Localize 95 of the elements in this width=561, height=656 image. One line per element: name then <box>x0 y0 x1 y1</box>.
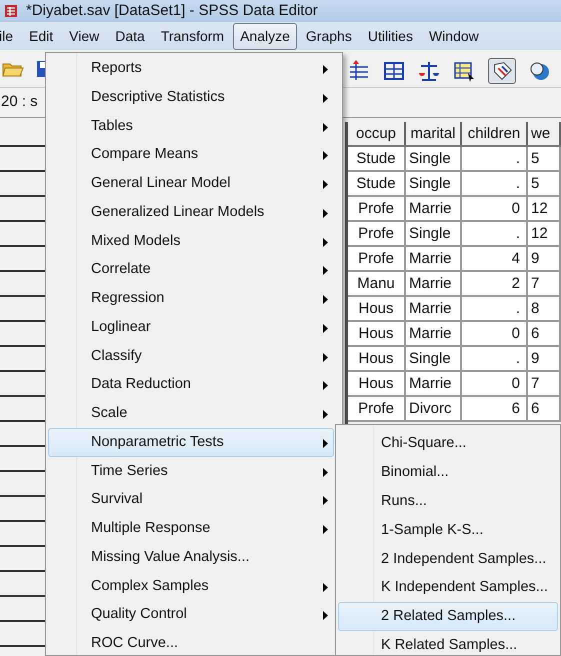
menu-item[interactable]: Runs... <box>338 486 558 516</box>
menu-item[interactable]: Binomial... <box>338 458 558 487</box>
menu-item[interactable]: Window <box>422 22 486 50</box>
table-cell: Hous <box>348 297 406 320</box>
menu-item[interactable]: Loglinear <box>48 312 334 342</box>
table-cell: 6 <box>528 322 561 345</box>
table-cell: 0 <box>462 372 528 395</box>
menu-item[interactable]: 1-Sample K-S... <box>338 516 558 545</box>
table-cursor-icon[interactable] <box>453 60 475 82</box>
menu-item[interactable]: Data <box>108 22 152 50</box>
table-cell: 12 <box>528 197 561 220</box>
table-cell: Manu <box>348 272 406 295</box>
value-labels-icon[interactable] <box>488 58 516 84</box>
window-title: *Diyabet.sav [DataSet1] - SPSS Data Editor <box>26 0 318 21</box>
menu-item[interactable]: Data Reduction <box>48 370 334 399</box>
column-header[interactable]: we <box>528 122 561 145</box>
menu-item[interactable]: Utilities <box>360 22 420 50</box>
menu-item[interactable]: Descriptive Statistics <box>48 82 334 112</box>
table-cell: . <box>462 172 528 195</box>
menu-item[interactable]: Chi-Square... <box>338 429 558 458</box>
menu-item[interactable]: Analyze <box>233 22 297 50</box>
table-cell: . <box>462 222 528 245</box>
table-cell: 4 <box>462 247 528 270</box>
table-cell: Marrie <box>406 247 462 270</box>
table-cell: Stude <box>348 147 406 170</box>
menu-item[interactable]: Survival <box>48 485 334 514</box>
menu-item[interactable]: 2 Independent Samples... <box>338 544 558 574</box>
table-cell: Stude <box>348 172 406 195</box>
column-header[interactable]: occup <box>348 122 406 145</box>
circles-icon[interactable] <box>529 60 551 82</box>
table-cell: 0 <box>462 197 528 220</box>
menu-item[interactable]: Compare Means <box>48 140 334 169</box>
table-cell: . <box>462 347 528 370</box>
table-cell: Single <box>406 147 462 170</box>
scale-icon[interactable] <box>418 60 440 82</box>
menu-item[interactable]: Scale <box>48 399 334 428</box>
table-cell: Divorc <box>406 397 462 420</box>
table-cell: Marrie <box>406 297 462 320</box>
menu-item[interactable]: Generalized Linear Models <box>48 198 334 226</box>
app-icon <box>4 4 18 18</box>
menu-item[interactable]: Graphs <box>298 22 359 50</box>
table-cell: 6 <box>528 397 561 420</box>
menu-item[interactable]: 2 Related Samples... <box>338 602 558 632</box>
menu-item[interactable]: K Related Samples... <box>338 631 558 656</box>
table-cell: 5 <box>528 147 561 170</box>
menu-item[interactable]: ROC Curve... <box>48 629 334 656</box>
menu-item[interactable]: K Independent Samples... <box>338 573 558 602</box>
table-cell: Single <box>406 172 462 195</box>
menu-item[interactable]: Tables <box>48 112 334 140</box>
table-cell: 7 <box>528 272 561 295</box>
table-cell: Marrie <box>406 272 462 295</box>
table-cell: 9 <box>528 247 561 270</box>
table-cell: 6 <box>462 397 528 420</box>
menu-item[interactable]: Classify <box>48 342 334 370</box>
table-cell: 0 <box>462 322 528 345</box>
insert-variable-icon[interactable] <box>348 60 370 82</box>
menu-item[interactable]: Edit <box>22 22 60 50</box>
menu-item[interactable]: Regression <box>48 284 334 313</box>
menu-item[interactable]: Missing Value Analysis... <box>48 542 334 572</box>
table-cell: Hous <box>348 347 406 370</box>
table-cell: 7 <box>528 372 561 395</box>
table-cell: Hous <box>348 322 406 345</box>
menu-item[interactable]: Multiple Response <box>48 514 334 543</box>
menu-item[interactable]: Transform <box>154 22 232 50</box>
table-cell: Single <box>406 347 462 370</box>
menu-item[interactable]: Correlate <box>48 255 334 284</box>
table-cell: 8 <box>528 297 561 320</box>
menu-item[interactable]: Nonparametric Tests <box>48 428 334 456</box>
menu-item[interactable]: Quality Control <box>48 600 334 629</box>
grid-icon[interactable] <box>383 60 405 82</box>
column-header[interactable]: marital <box>406 122 462 145</box>
table-cell: 2 <box>462 272 528 295</box>
table-cell: 9 <box>528 347 561 370</box>
table-cell: 5 <box>528 172 561 195</box>
table-cell: Marrie <box>406 322 462 345</box>
table-cell: . <box>462 147 528 170</box>
table-cell: Single <box>406 222 462 245</box>
menu-item[interactable]: General Linear Model <box>48 169 334 198</box>
menu-item[interactable]: Complex Samples <box>48 572 334 600</box>
column-header[interactable]: children <box>462 122 528 145</box>
menu-item[interactable]: Mixed Models <box>48 226 334 256</box>
table-cell: . <box>462 297 528 320</box>
menu-item[interactable]: Reports <box>48 54 334 83</box>
table-cell: Profe <box>348 222 406 245</box>
menu-item[interactable]: ile <box>0 22 20 50</box>
table-cell: Marrie <box>406 197 462 220</box>
table-cell: Marrie <box>406 372 462 395</box>
table-cell: Profe <box>348 247 406 270</box>
menu-item[interactable]: View <box>62 22 106 50</box>
table-cell: Hous <box>348 372 406 395</box>
cell-reference: 20 : s <box>0 92 38 112</box>
table-cell: 12 <box>528 222 561 245</box>
table-cell: Profe <box>348 397 406 420</box>
table-cell: Profe <box>348 197 406 220</box>
menu-item[interactable]: Time Series <box>48 456 334 486</box>
